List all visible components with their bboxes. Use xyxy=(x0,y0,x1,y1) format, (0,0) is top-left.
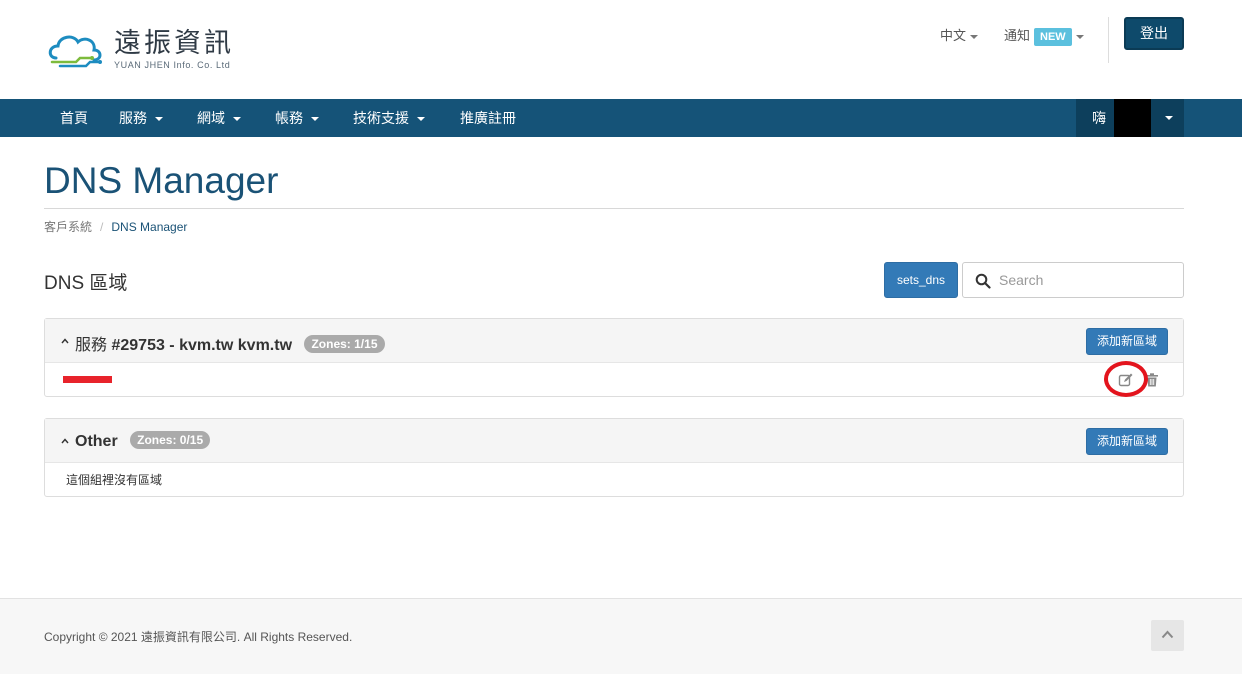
zones-badge: Zones: 1/15 xyxy=(304,335,385,353)
chevron-down-icon xyxy=(1075,34,1084,39)
redacted-zone-name xyxy=(63,376,112,383)
breadcrumb-current: DNS Manager xyxy=(111,220,188,234)
nav-item-billing[interactable]: 帳務 xyxy=(275,99,319,137)
group-title: Other Zones: 0/15 xyxy=(75,431,211,451)
new-badge: NEW xyxy=(1034,28,1072,46)
nav-label: 推廣註冊 xyxy=(460,110,516,126)
group-title: 服務 #29753 - kvm.tw kvm.tw Zones: 1/15 xyxy=(75,331,385,355)
chevron-up-icon xyxy=(1161,630,1174,639)
empty-group-body: 這個組裡沒有區域 xyxy=(45,463,1183,496)
chevron-up-icon[interactable] xyxy=(61,437,69,445)
copyright-text: Copyright © 2021 遠振資訊有限公司. All Rights Re… xyxy=(44,630,353,644)
group-prefix: 服務 xyxy=(75,337,108,354)
add-zone-button[interactable]: 添加新區域 xyxy=(1086,428,1168,455)
notifications-label: 通知 xyxy=(1004,28,1031,43)
nav-item-home[interactable]: 首頁 xyxy=(60,99,88,137)
search-input[interactable] xyxy=(999,269,1175,291)
nav-item-domains[interactable]: 網域 xyxy=(197,99,241,137)
section-title: DNS 區域 xyxy=(44,273,128,294)
cloud-logo-icon xyxy=(48,35,102,68)
nav-item-affiliate[interactable]: 推廣註冊 xyxy=(460,99,516,137)
highlight-circle xyxy=(1104,361,1148,397)
language-label: 中文 xyxy=(940,28,967,43)
group-header[interactable]: Other Zones: 0/15 添加新區域 xyxy=(45,419,1183,463)
empty-group-message: 這個組裡沒有區域 xyxy=(66,473,163,487)
chevron-down-icon xyxy=(970,34,979,39)
chevron-down-icon xyxy=(1165,116,1173,120)
add-zone-button[interactable]: 添加新區域 xyxy=(1086,328,1168,355)
nav-label: 帳務 xyxy=(275,110,303,126)
page-title: DNS Manager xyxy=(44,160,279,201)
chevron-up-icon[interactable] xyxy=(61,337,69,345)
search-field[interactable] xyxy=(962,262,1184,298)
logout-button[interactable]: 登出 xyxy=(1124,17,1184,50)
chevron-down-icon xyxy=(155,117,163,122)
nav-label: 首頁 xyxy=(60,110,88,126)
redacted-username xyxy=(1114,99,1151,137)
language-dropdown[interactable]: 中文 xyxy=(940,25,979,44)
nav-item-support[interactable]: 技術支援 xyxy=(353,99,425,137)
divider xyxy=(44,208,1184,209)
breadcrumb: 客戶系統 / DNS Manager xyxy=(44,220,188,234)
nav-label: 網域 xyxy=(197,110,225,126)
group-name: #29753 - kvm.tw kvm.tw xyxy=(111,337,293,354)
nav-item-services[interactable]: 服務 xyxy=(119,99,163,137)
zone-group-service: 服務 #29753 - kvm.tw kvm.tw Zones: 1/15 添加… xyxy=(44,318,1184,397)
brand-logo[interactable]: 遠振資訊 YUAN JHEN Info. Co. Ltd xyxy=(46,28,246,74)
group-name: Other xyxy=(75,433,118,450)
divider xyxy=(1108,17,1109,63)
nav-label: 服務 xyxy=(119,110,147,126)
site-footer: Copyright © 2021 遠振資訊有限公司. All Rights Re… xyxy=(0,598,1242,674)
sets-dns-button[interactable]: sets_dns xyxy=(884,262,958,298)
brand-subtitle: YUAN JHEN Info. Co. Ltd xyxy=(114,60,231,70)
brand-name: 遠振資訊 xyxy=(114,28,234,59)
notifications-dropdown[interactable]: 通知 NEW xyxy=(1004,25,1084,46)
zones-badge: Zones: 0/15 xyxy=(130,431,211,449)
chevron-down-icon xyxy=(233,117,241,122)
site-header: 遠振資訊 YUAN JHEN Info. Co. Ltd 中文 通知 NEW 登出 xyxy=(0,0,1242,99)
chevron-down-icon xyxy=(417,117,425,122)
nav-label: 技術支援 xyxy=(353,110,409,126)
user-greeting: 嗨 xyxy=(1092,110,1106,126)
back-to-top-button[interactable] xyxy=(1151,620,1184,651)
zone-group-other: Other Zones: 0/15 添加新區域 這個組裡沒有區域 xyxy=(44,418,1184,497)
main-navbar: 首頁 服務 網域 帳務 技術支援 推廣註冊 嗨 xyxy=(0,99,1242,137)
breadcrumb-link-client-area[interactable]: 客戶系統 xyxy=(44,220,92,234)
group-header[interactable]: 服務 #29753 - kvm.tw kvm.tw Zones: 1/15 添加… xyxy=(45,319,1183,363)
search-icon xyxy=(975,273,991,289)
zone-row xyxy=(45,361,1183,397)
user-menu[interactable]: 嗨 xyxy=(1076,99,1184,137)
chevron-down-icon xyxy=(311,117,319,122)
